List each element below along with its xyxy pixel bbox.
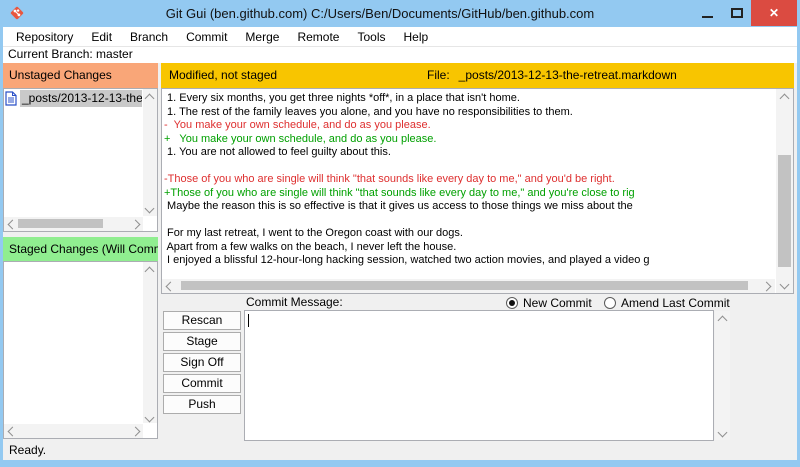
radio-new-commit-label: New Commit (523, 296, 592, 310)
diff-vscrollbar-thumb[interactable] (778, 155, 791, 267)
commit-message-input[interactable] (244, 310, 714, 441)
menu-item-commit[interactable]: Commit (177, 27, 236, 47)
close-icon: ✕ (769, 6, 779, 20)
diff-line: Apart from a few walks on the beach, I n… (164, 241, 775, 255)
window-title: Git Gui (ben.github.com) C:/Users/Ben/Do… (80, 0, 680, 27)
radio-amend-label: Amend Last Commit (621, 296, 730, 310)
menu-item-help[interactable]: Help (394, 27, 437, 47)
unstaged-file-list (3, 88, 158, 232)
radio-amend-last-commit[interactable]: Amend Last Commit (604, 295, 730, 310)
status-bar: Ready. (3, 441, 797, 460)
current-branch-label: Current Branch: (8, 47, 93, 61)
staged-file-list (3, 261, 158, 439)
menu-bar: Repository Edit Branch Commit Merge Remo… (3, 27, 797, 47)
maximize-button[interactable] (722, 0, 751, 26)
current-branch-bar: Current Branch: master (3, 47, 797, 63)
diff-file-group: File: _posts/2013-12-13-the-retreat.mark… (427, 63, 677, 88)
close-button[interactable]: ✕ (751, 0, 797, 26)
diff-file-label: File: (427, 63, 450, 88)
diff-line: Maybe the reason this is so effective is… (164, 200, 775, 214)
diff-line: + You make your own schedule, and do as … (164, 133, 775, 147)
current-branch-value: master (96, 47, 133, 61)
sign-off-button[interactable]: Sign Off (163, 353, 241, 372)
commit-vscrollbar[interactable] (715, 311, 730, 440)
diff-file-path: _posts/2013-12-13-the-retreat.markdown (459, 63, 677, 88)
menu-item-merge[interactable]: Merge (236, 27, 288, 47)
unstaged-changes-header: Unstaged Changes (3, 63, 158, 88)
radio-dot (509, 300, 515, 306)
text-cursor (248, 314, 249, 327)
diff-status-label: Modified, not staged (169, 63, 277, 88)
push-button[interactable]: Push (163, 395, 241, 414)
diff-status-header: Modified, not staged File: _posts/2013-1… (161, 63, 794, 88)
staged-vscrollbar[interactable] (143, 262, 157, 423)
diff-hscrollbar-thumb[interactable] (181, 281, 748, 290)
diff-text: 1. Every six months, you get three night… (164, 92, 775, 276)
file-name: _posts/2013-12-13-the-r (20, 90, 142, 107)
menu-item-tools[interactable]: Tools (348, 27, 394, 47)
staged-hscrollbar[interactable] (4, 424, 143, 438)
minimize-icon (702, 16, 713, 18)
status-text: Ready. (9, 443, 46, 457)
unstaged-hscrollbar-thumb[interactable] (18, 219, 103, 228)
maximize-icon (731, 8, 743, 18)
diff-line: For my last retreat, I went to the Orego… (164, 227, 775, 241)
diff-line (164, 214, 775, 228)
title-bar: Git Gui (ben.github.com) C:/Users/Ben/Do… (0, 0, 800, 27)
unstaged-vscrollbar[interactable] (143, 89, 157, 216)
diff-line: 1. You are not allowed to feel guilty ab… (164, 146, 775, 160)
commit-message-label: Commit Message: (246, 295, 343, 310)
commit-button[interactable]: Commit (163, 374, 241, 393)
diff-line (164, 160, 775, 174)
file-icon (5, 91, 17, 106)
menu-item-branch[interactable]: Branch (121, 27, 177, 47)
diff-line: I enjoyed a blissful 12-hour-long hackin… (164, 254, 775, 268)
minimize-button[interactable] (693, 0, 722, 26)
menu-item-edit[interactable]: Edit (82, 27, 121, 47)
diff-line: +Those of you who are single will think … (164, 187, 775, 201)
git-logo-icon (9, 5, 25, 21)
menu-item-remote[interactable]: Remote (288, 27, 348, 47)
menu-item-repository[interactable]: Repository (7, 27, 82, 47)
stage-changed-button[interactable]: Stage Changed (163, 332, 241, 351)
diff-line: -Those of you who are single will think … (164, 173, 775, 187)
radio-new-commit[interactable]: New Commit (506, 295, 592, 310)
diff-line: 1. The rest of the family leaves you alo… (164, 106, 775, 120)
git-gui-window: Git Gui (ben.github.com) C:/Users/Ben/Do… (0, 0, 800, 467)
file-item[interactable]: _posts/2013-12-13-the-r (5, 90, 142, 107)
diff-line: - You make your own schedule, and do as … (164, 119, 775, 133)
staged-changes-header: Staged Changes (Will Commit) (3, 237, 158, 261)
rescan-button[interactable]: Rescan (163, 311, 241, 330)
radio-selected-icon (506, 297, 518, 309)
diff-line: 1. Every six months, you get three night… (164, 92, 775, 106)
radio-unselected-icon (604, 297, 616, 309)
